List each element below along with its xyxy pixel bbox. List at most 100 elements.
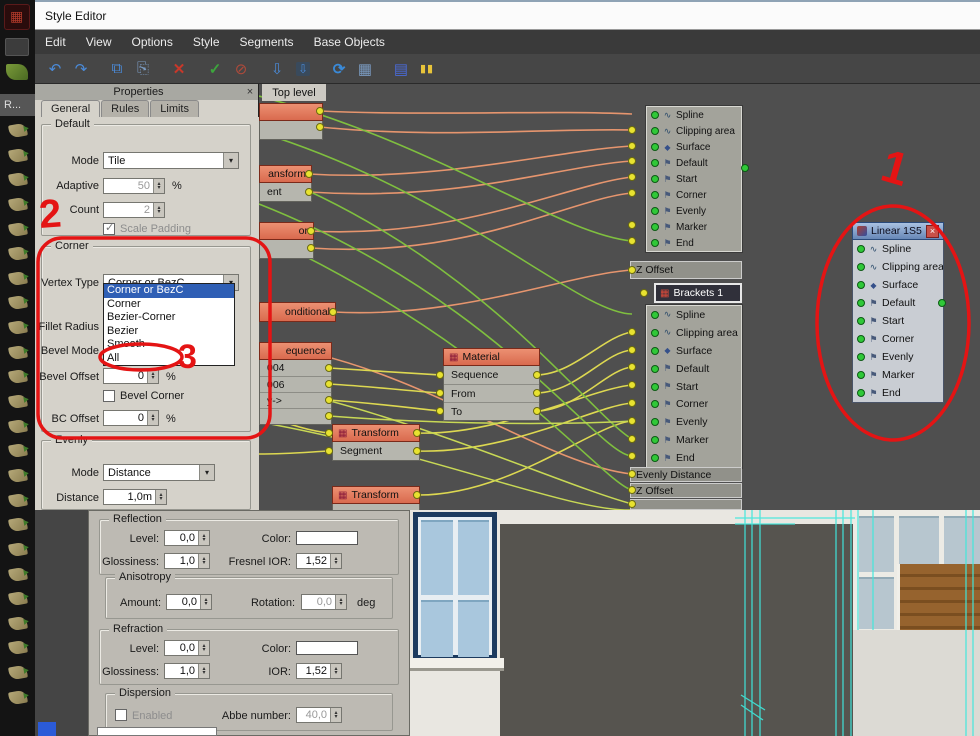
cut-node[interactable] <box>630 499 742 510</box>
node-row[interactable]: 004 <box>260 360 331 376</box>
tab-rules[interactable]: Rules <box>101 100 150 117</box>
rail-leaf-button[interactable] <box>7 221 28 238</box>
wire-socket[interactable] <box>329 308 337 316</box>
wire-socket[interactable] <box>325 396 333 404</box>
rail-leaf-button[interactable] <box>7 245 28 262</box>
wire-socket[interactable] <box>628 189 636 197</box>
partial-transform-node[interactable]: ansform ent <box>259 165 312 202</box>
socket-row[interactable]: Start <box>647 171 741 187</box>
menu-edit[interactable]: Edit <box>35 30 76 54</box>
output-socket[interactable] <box>741 164 749 172</box>
spinner-arrows[interactable] <box>153 179 164 193</box>
mode-select[interactable]: Tile <box>103 152 239 169</box>
socket-row[interactable]: Default <box>647 155 741 171</box>
undo-icon[interactable] <box>43 57 67 81</box>
socket-row[interactable]: Evenly <box>853 348 943 366</box>
wire-socket[interactable] <box>628 381 636 389</box>
rail-leaf-button[interactable] <box>7 393 28 410</box>
rail-leaf-button[interactable] <box>7 368 28 385</box>
dropdown-option[interactable]: Bezier <box>104 325 234 339</box>
rotation-spinner[interactable]: 0,0 <box>301 594 347 610</box>
node-row[interactable]: To <box>444 402 539 420</box>
rail-leaf-button[interactable] <box>7 492 28 509</box>
close-icon[interactable]: × <box>926 224 939 238</box>
socket-row[interactable]: Spline <box>647 306 741 324</box>
rail-leaf-button[interactable] <box>7 566 28 582</box>
node-header[interactable]: equence <box>259 342 332 360</box>
filter-down-icon[interactable] <box>265 57 289 81</box>
partial-input-field[interactable] <box>97 727 217 736</box>
dropdown-option[interactable]: Bezier-Corner <box>104 311 234 325</box>
node-row[interactable]: ent <box>260 183 311 201</box>
rail-leaf-button[interactable] <box>7 295 28 311</box>
spinner-arrows[interactable] <box>155 490 166 504</box>
menu-base-objects[interactable]: Base Objects <box>304 30 395 54</box>
partial-node[interactable]: or <box>259 222 314 259</box>
wire-socket[interactable] <box>316 123 324 131</box>
socket-row[interactable]: Marker <box>647 431 741 449</box>
record-icon[interactable] <box>229 57 253 81</box>
wire-socket[interactable] <box>628 221 636 229</box>
rail-leaf-button[interactable] <box>7 319 28 336</box>
refraction-color-swatch[interactable] <box>296 641 358 655</box>
wire-socket[interactable] <box>628 399 636 407</box>
node-header[interactable]: onditional <box>259 302 336 322</box>
rail-leaf-button[interactable] <box>7 664 28 681</box>
refraction-gloss-spinner[interactable]: 1,0 <box>164 663 210 679</box>
socket-row[interactable]: Start <box>853 312 943 330</box>
node-row[interactable] <box>260 121 322 139</box>
wire-socket[interactable] <box>640 289 648 297</box>
socket-row[interactable]: Default <box>853 294 943 312</box>
rail-leaf-button[interactable] <box>7 270 28 287</box>
spinner-arrows[interactable] <box>198 641 209 655</box>
dropdown-arrow-icon[interactable] <box>223 153 238 168</box>
rail-leaf-button[interactable] <box>7 344 28 361</box>
node-row[interactable]: Sequence <box>444 366 539 384</box>
wire-socket[interactable] <box>628 142 636 150</box>
socket-row[interactable]: Default <box>647 360 741 378</box>
wire-socket[interactable] <box>436 371 444 379</box>
partial-sequence-node[interactable]: equence 004 006 y-> <box>259 342 332 425</box>
partial-conditional-node[interactable]: onditional <box>259 302 336 322</box>
spinner-arrows[interactable] <box>147 369 158 383</box>
brackets-node[interactable]: Brackets 1 <box>654 283 742 303</box>
rail-leaf-button[interactable] <box>7 196 28 213</box>
wire-socket[interactable] <box>628 346 636 354</box>
spinner-arrows[interactable] <box>198 664 209 678</box>
spinner-arrows[interactable] <box>330 554 341 568</box>
refraction-level-spinner[interactable]: 0,0 <box>164 640 210 656</box>
wire-socket[interactable] <box>307 244 315 252</box>
bc-offset-spinner[interactable]: 0 <box>103 410 159 426</box>
dropdown-option[interactable]: Corner or BezC <box>104 284 234 298</box>
socket-row[interactable]: Spline <box>853 240 943 258</box>
paste-icon[interactable] <box>131 57 155 81</box>
reflection-gloss-spinner[interactable]: 1,0 <box>164 553 210 569</box>
tab-top-level[interactable]: Top level <box>262 84 326 101</box>
rail-leaf-button[interactable] <box>7 541 28 558</box>
partial-node[interactable] <box>259 103 323 140</box>
socket-row[interactable]: Evenly <box>647 203 741 219</box>
wire-socket[interactable] <box>533 371 541 379</box>
wire-socket[interactable] <box>436 389 444 397</box>
rail-leaf-button[interactable] <box>7 590 28 607</box>
socket-row[interactable]: Surface <box>853 276 943 294</box>
spinner-arrows[interactable] <box>200 595 211 609</box>
socket-row[interactable]: End <box>853 384 943 402</box>
refresh-icon[interactable] <box>327 57 351 81</box>
apply-check-icon[interactable] <box>203 57 227 81</box>
wire-socket[interactable] <box>628 363 636 371</box>
reflection-level-spinner[interactable]: 0,0 <box>164 530 210 546</box>
wire-socket[interactable] <box>628 417 636 425</box>
notes-icon[interactable] <box>389 57 413 81</box>
node-header[interactable]: Transform <box>332 424 420 442</box>
wire-socket[interactable] <box>325 429 333 437</box>
spinner-arrows[interactable] <box>198 554 209 568</box>
copy-icon[interactable] <box>105 57 129 81</box>
delete-icon[interactable] <box>167 57 191 81</box>
wire-socket[interactable] <box>628 435 636 443</box>
rail-leaf-button[interactable] <box>7 639 28 656</box>
wire-socket[interactable] <box>436 407 444 415</box>
close-icon[interactable]: × <box>242 86 258 98</box>
socket-row[interactable]: Marker <box>647 219 741 235</box>
wire-socket[interactable] <box>325 380 333 388</box>
